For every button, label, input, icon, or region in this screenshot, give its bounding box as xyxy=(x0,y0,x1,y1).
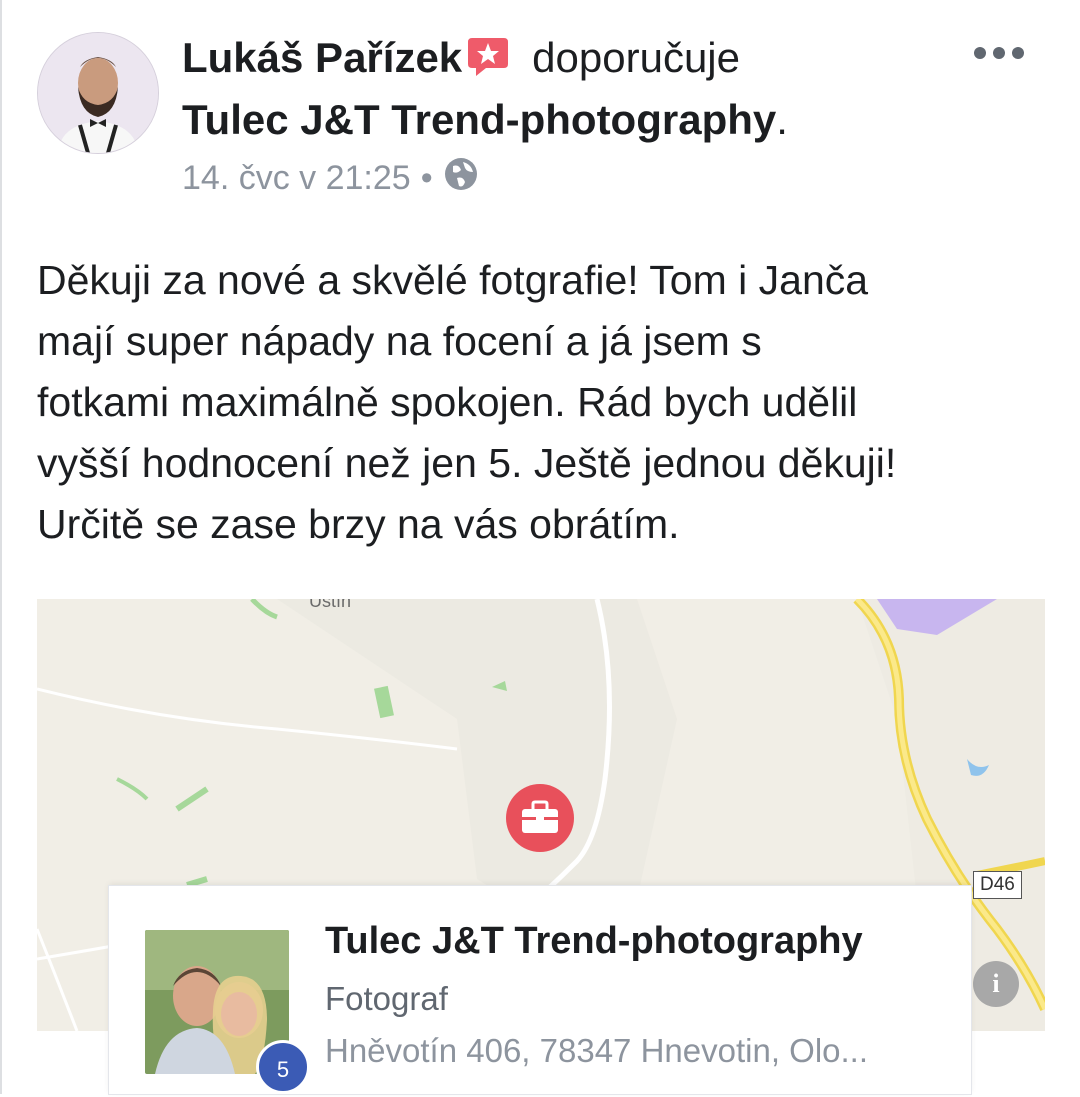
meta-separator: • xyxy=(420,159,433,197)
post-text-line: Určitě se zase brzy na vás obrátím. xyxy=(37,501,680,547)
post-text-line: fotkami maximálně spokojen. Rád bych udě… xyxy=(37,379,858,425)
map-marker[interactable] xyxy=(505,783,575,853)
more-options-button[interactable] xyxy=(970,36,1030,66)
map-info-button[interactable]: i xyxy=(973,961,1019,1007)
author-avatar[interactable] xyxy=(37,32,159,154)
more-options-icon xyxy=(974,47,1024,59)
avatar-illustration xyxy=(38,33,158,153)
rating-badge: 5 xyxy=(256,1040,310,1094)
post-header: Lukáš Pařízek doporučuje Tulec J&T Trend-… xyxy=(182,30,1012,148)
post-timestamp[interactable]: 14. čvc v 21:25 xyxy=(182,159,411,198)
business-address: Hněvotín 406, 78347 Hnevotin, Olo... xyxy=(325,1032,869,1069)
recommended-page-link[interactable]: Tulec J&T Trend-photography xyxy=(182,96,776,143)
author-name-link[interactable]: Lukáš Pařízek xyxy=(182,34,462,81)
business-category: Fotograf xyxy=(325,980,448,1017)
road-label: D46 xyxy=(973,871,1022,899)
business-name[interactable]: Tulec J&T Trend-photography xyxy=(325,920,863,963)
post-meta: 14. čvc v 21:25 • xyxy=(182,156,479,201)
map-place-label: Ústín xyxy=(309,599,352,611)
recommendation-star-icon xyxy=(466,34,510,92)
post-text-line: mají super nápady na focení a já jsem s xyxy=(37,318,762,364)
globe-icon[interactable] xyxy=(443,156,479,201)
business-card[interactable]: 5 Tulec J&T Trend-photography Fotograf H… xyxy=(109,886,971,1094)
briefcase-icon xyxy=(506,784,574,852)
left-edge-divider xyxy=(0,0,2,1094)
post-body: Děkuji za nové a skvělé fotgrafie! Tom i… xyxy=(37,250,1047,555)
post-text-line: Děkuji za nové a skvělé fotgrafie! Tom i… xyxy=(37,257,869,303)
recommends-verb: doporučuje xyxy=(532,34,740,81)
post-text-line: vyšší hodnocení než jen 5. Ještě jednou … xyxy=(37,440,897,486)
page-suffix: . xyxy=(776,96,788,143)
